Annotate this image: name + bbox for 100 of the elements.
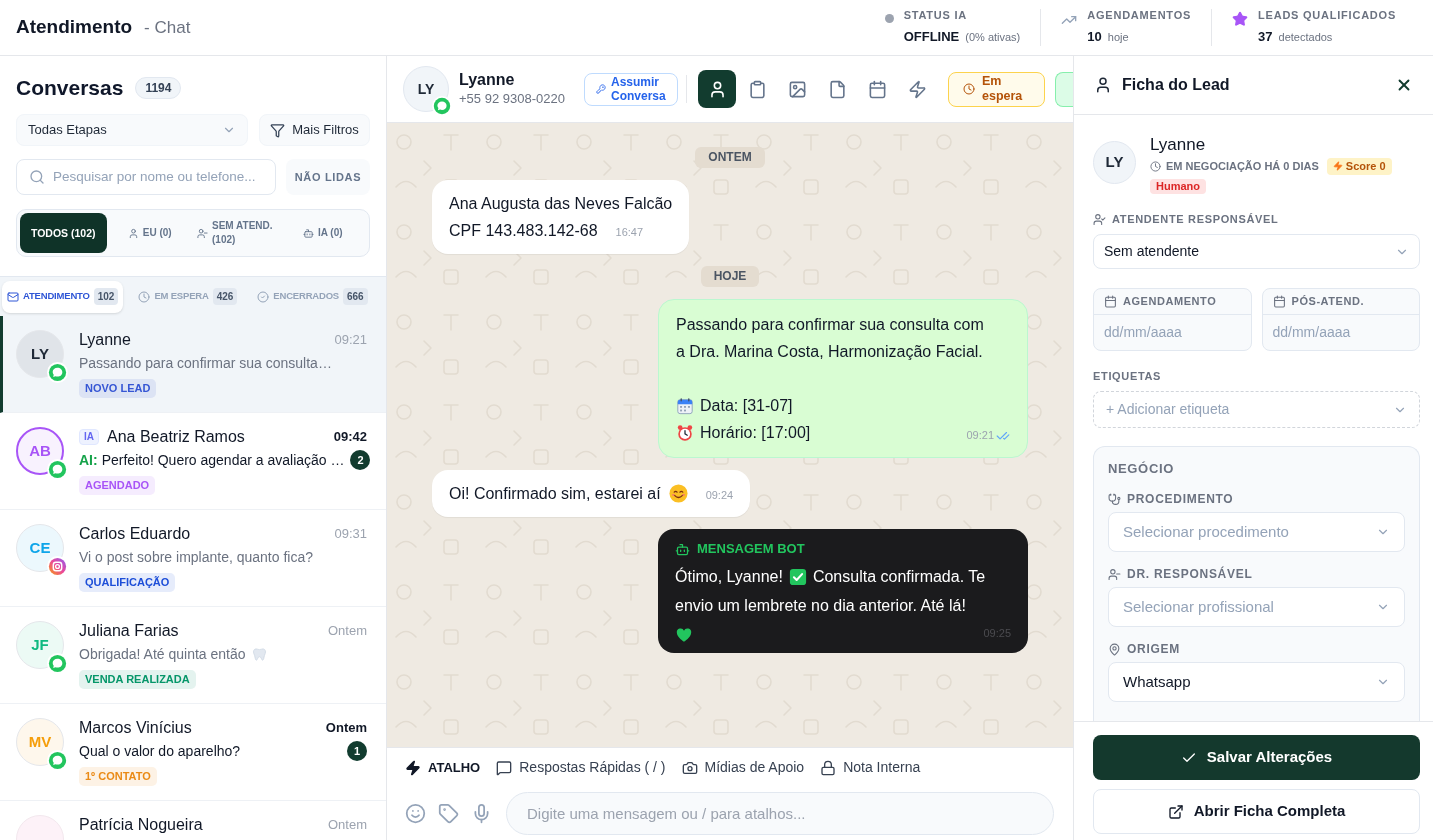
message-time: 09:42 <box>333 428 367 447</box>
contact-name: Marcos Vinícius <box>79 718 192 738</box>
composer-shortcut[interactable]: Respostas Rápidas ( / ) <box>496 757 666 778</box>
segment-tab[interactable]: IA (0) <box>279 213 366 253</box>
stage-tag: AGENDADO <box>79 476 156 495</box>
handling-mode-badge: Humano <box>1150 179 1206 194</box>
date-divider: ONTEM <box>695 147 765 168</box>
segment-tab[interactable]: TODOS (102) <box>20 213 107 253</box>
user-icon <box>127 227 139 239</box>
camera-icon <box>681 759 698 776</box>
segment-tab[interactable]: SEM ATEND. (102) <box>193 213 280 253</box>
message-preview: Vi o post sobre implante, quanto fica? <box>79 547 313 567</box>
stat-value: OFFLINE <box>903 27 960 46</box>
bot-label: MENSAGEM BOT <box>697 540 805 559</box>
save-button[interactable]: Salvar Alterações <box>1093 735 1420 780</box>
conversation-item[interactable]: LY Lyanne 09:21 Passando para confirmar sua consulta… NOVO LEAD <box>0 316 386 413</box>
clipboard-icon <box>747 79 767 99</box>
status-tab[interactable]: ENCERRADOS 666 <box>252 280 373 313</box>
clock-icon <box>963 83 975 95</box>
stat-note: detectados <box>1278 29 1333 45</box>
avatar: LY <box>1093 141 1136 184</box>
stage-tag: VENDA REALIZADA <box>79 670 196 689</box>
open-full-record-button[interactable]: Abrir Ficha Completa <box>1093 789 1420 834</box>
composer-shortcut[interactable]: ATALHO <box>405 757 481 778</box>
more-filters-button[interactable]: Mais Filtros <box>259 114 370 146</box>
contact-name: Lyanne <box>79 330 131 350</box>
tab-count: 102 <box>93 288 119 305</box>
stat-note: (0% ativas) <box>965 29 1021 45</box>
date-divider: HOJE <box>700 266 760 287</box>
field-label: PÓS-ATEND. <box>1291 295 1365 308</box>
user-check-icon <box>1093 213 1106 226</box>
calendar-icon <box>867 79 887 99</box>
lightning-icon <box>1332 161 1343 171</box>
tooth-icon <box>251 646 267 662</box>
field-label: ATENDENTE RESPONSÁVEL <box>1112 213 1279 226</box>
stage-tag: 1º CONTATO <box>79 767 157 786</box>
search-field[interactable]: Pesquisar por nome ou telefone... <box>16 159 276 195</box>
message-preview: Passando para confirmar sua consulta… <box>79 353 332 373</box>
check-circle-icon <box>257 290 270 303</box>
composer-shortcut[interactable]: Mídias de Apoio <box>681 757 805 778</box>
panel-title: Conversas <box>16 75 124 102</box>
file-icon <box>827 79 847 99</box>
date-input[interactable]: dd/mm/aaaa <box>1262 315 1419 350</box>
camera-icon <box>47 556 68 577</box>
page-title: Atendimento <box>16 15 133 40</box>
key-icon <box>596 84 606 94</box>
stage-tag: NOVO LEAD <box>79 379 157 398</box>
toolbar-button[interactable] <box>698 70 736 108</box>
status-tab[interactable]: ATENDIMENTO 102 <box>2 280 124 313</box>
user-minus-icon <box>197 227 208 239</box>
field-label: ETIQUETAS <box>1093 370 1162 383</box>
stage-select[interactable]: Todas Etapas <box>16 114 248 146</box>
calendar-icon <box>1104 295 1117 308</box>
smile-icon <box>405 803 426 824</box>
segment-tab[interactable]: EU (0) <box>106 213 193 253</box>
user-icon <box>1094 76 1112 94</box>
message-preview: Obrigada! Até quinta então <box>79 644 246 664</box>
date-card[interactable]: AGENDAMENTO dd/mm/aaaa <box>1093 288 1252 351</box>
business-select[interactable]: Whatsapp <box>1108 662 1405 702</box>
user-minus-icon <box>1108 567 1121 581</box>
assume-conversation-button[interactable]: Assumir Conversa <box>584 72 678 106</box>
unread-count: 2 <box>350 450 371 470</box>
tab-count: 666 <box>343 288 368 305</box>
unread-filter-button[interactable]: NÃO LIDAS <box>286 159 370 195</box>
message-preview: Qual o valor do aparelho? <box>79 741 241 761</box>
filter-icon <box>270 122 286 138</box>
chat-bubble-icon <box>432 96 452 116</box>
search-input[interactable]: Pesquisar por nome ou telefone... <box>53 166 271 188</box>
calendar-icon <box>676 396 694 415</box>
speech-bubble-icon <box>496 759 513 776</box>
lead-name: Lyanne <box>1150 134 1207 156</box>
mail-icon <box>7 290 19 303</box>
message-time: 16:47 <box>615 225 644 241</box>
stat-note: hoje <box>1107 29 1129 45</box>
stat-label: LEADS QUALIFICADOS <box>1258 8 1396 22</box>
panel-title: Ficha do Lead <box>1122 75 1230 95</box>
message-time: Ontem <box>325 719 367 738</box>
clock-icon <box>138 290 151 303</box>
star-icon <box>1232 10 1249 27</box>
calendar-icon <box>1272 295 1286 308</box>
field-label: PROCEDIMENTO <box>1127 492 1234 506</box>
message-text: Horário: [17:00] <box>700 422 811 443</box>
lightning-icon <box>907 79 927 99</box>
stat-value: 37 <box>1258 27 1273 46</box>
waiting-status-button[interactable]: Em espera <box>948 71 1045 107</box>
message-text: Ótimo, Lyanne! <box>675 566 783 587</box>
image-icon <box>787 79 807 99</box>
date-card[interactable]: PÓS-ATEND. dd/mm/aaaa <box>1261 288 1420 351</box>
attendant-select[interactable]: Sem atendente <box>1093 234 1420 269</box>
status-tab[interactable]: EM ESPERA 426 <box>133 280 243 313</box>
map-pin-icon <box>1108 642 1121 656</box>
message-preview: AI: Perfeito! Quero agendar a avaliação … <box>79 450 345 470</box>
contact-name: Carlos Eduardo <box>79 524 191 544</box>
message-time: Ontem <box>328 816 367 835</box>
contact-name: Ana Beatriz Ramos <box>107 427 245 447</box>
message-input[interactable]: Digite uma mensagem ou / para atalhos... <box>506 792 1054 835</box>
smiling-face-icon <box>668 484 688 503</box>
date-input[interactable]: dd/mm/aaaa <box>1094 315 1251 350</box>
composer-shortcut[interactable]: Nota Interna <box>820 757 921 778</box>
check-mark-icon <box>788 567 807 586</box>
